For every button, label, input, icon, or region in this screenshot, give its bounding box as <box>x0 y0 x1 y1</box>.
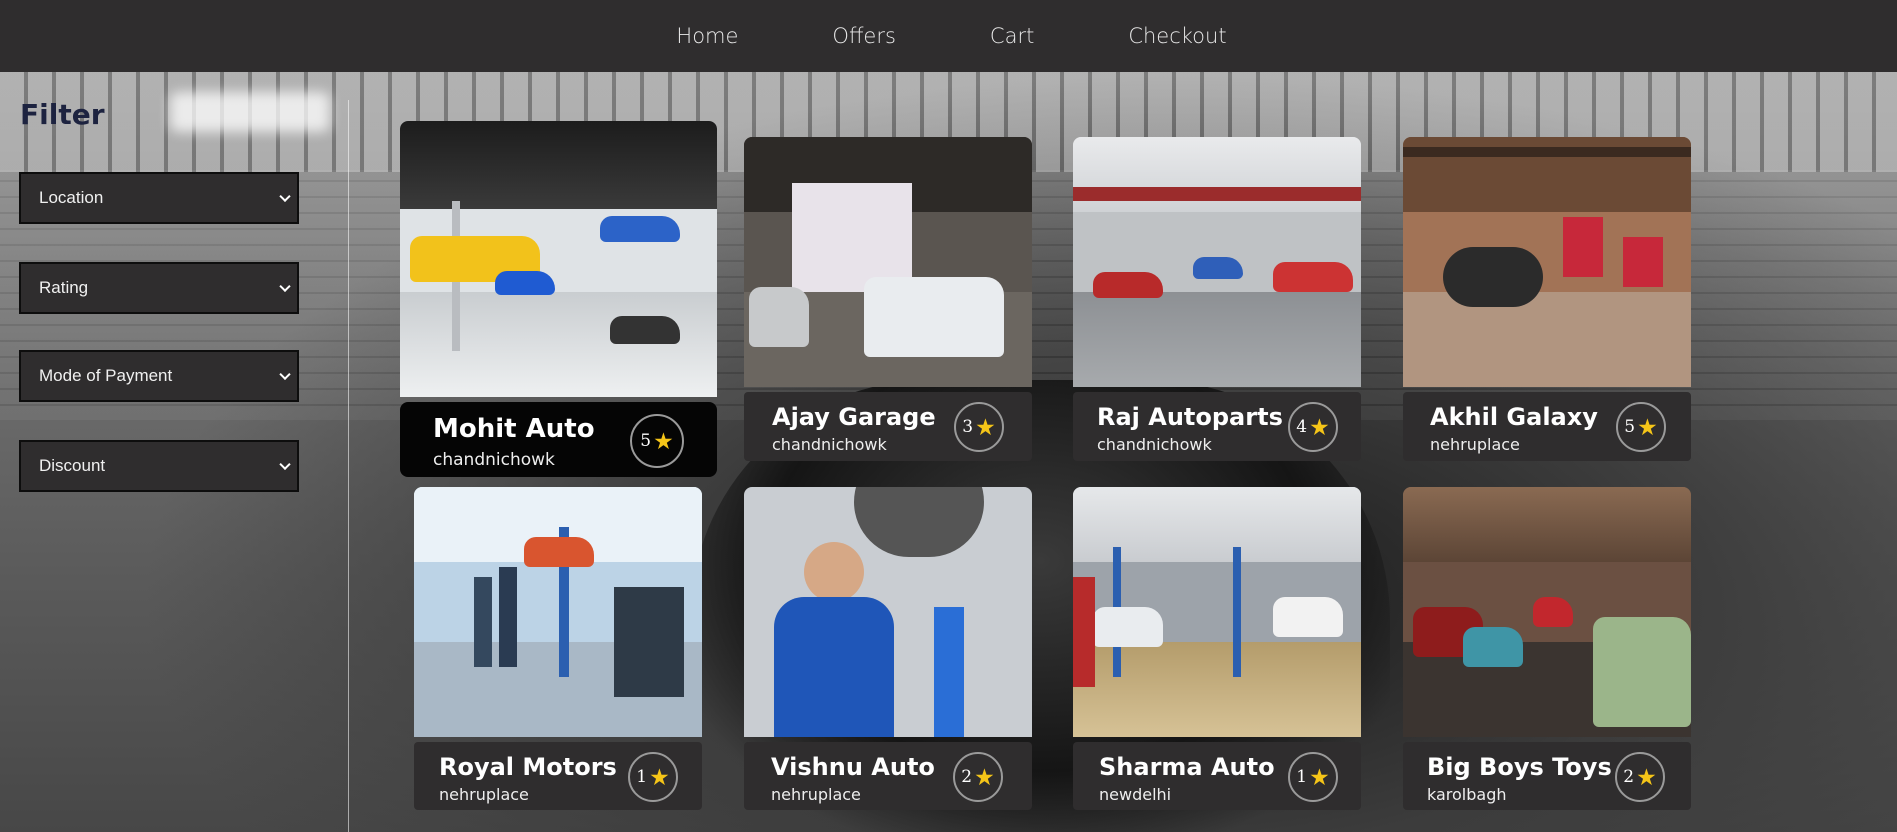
garage-name: Ajay Garage <box>772 403 936 431</box>
garage-info: Big Boys Toys karolbagh 2 ★ <box>1403 742 1691 810</box>
garage-name: Sharma Auto <box>1099 753 1275 781</box>
filter-header-highlight <box>170 92 330 132</box>
location-filter-label: Location <box>39 188 104 207</box>
garage-name: Royal Motors <box>439 753 617 781</box>
garage-info: Royal Motors nehruplace 1 ★ <box>414 742 702 810</box>
garage-info: Akhil Galaxy nehruplace 5 ★ <box>1403 392 1691 461</box>
sidebar-divider <box>348 100 349 832</box>
garage-name: Raj Autoparts <box>1097 403 1283 431</box>
garage-name: Akhil Galaxy <box>1430 403 1598 431</box>
nav-cart-link[interactable]: Cart <box>990 24 1034 48</box>
garage-image <box>1403 137 1691 387</box>
star-icon: ★ <box>1309 763 1330 790</box>
nav-list: Home Offers Cart Checkout <box>629 24 1273 48</box>
rating-badge: 2 ★ <box>953 752 1003 802</box>
rating-badge: 2 ★ <box>1615 752 1665 802</box>
nav-checkout-link[interactable]: Checkout <box>1128 24 1226 48</box>
garage-location: chandnichowk <box>1097 435 1212 454</box>
star-icon: ★ <box>1636 763 1657 790</box>
rating-value: 5 <box>640 431 652 451</box>
discount-filter-label: Discount <box>39 456 106 475</box>
star-icon: ★ <box>1309 413 1330 440</box>
garage-info: Raj Autoparts chandnichowk 4 ★ <box>1073 392 1361 461</box>
garage-location: nehruplace <box>439 785 529 804</box>
location-filter-select[interactable]: Location <box>19 172 299 224</box>
rating-value: 2 <box>1623 767 1635 787</box>
star-icon: ★ <box>974 763 995 790</box>
star-icon: ★ <box>649 763 670 790</box>
rating-value: 1 <box>1296 767 1308 787</box>
garage-location: nehruplace <box>771 785 861 804</box>
chevron-down-icon <box>279 368 291 381</box>
garage-location: chandnichowk <box>772 435 887 454</box>
rating-badge: 1 ★ <box>1288 752 1338 802</box>
garage-card[interactable]: Ajay Garage chandnichowk 3 ★ <box>744 137 1032 461</box>
rating-filter-select[interactable]: Rating <box>19 262 299 314</box>
top-navbar: Home Offers Cart Checkout <box>0 0 1897 72</box>
garage-location: nehruplace <box>1430 435 1520 454</box>
star-icon: ★ <box>653 427 674 454</box>
rating-badge: 4 ★ <box>1288 402 1338 452</box>
rating-value: 4 <box>1296 417 1308 437</box>
garage-card[interactable]: Royal Motors nehruplace 1 ★ <box>414 487 702 810</box>
rating-badge: 3 ★ <box>954 402 1004 452</box>
discount-filter-select[interactable]: Discount <box>19 440 299 492</box>
garage-image <box>414 487 702 737</box>
chevron-down-icon <box>279 190 291 203</box>
garage-card[interactable]: Mohit Auto chandnichowk 5 ★ <box>400 121 717 477</box>
garage-card[interactable]: Akhil Galaxy nehruplace 5 ★ <box>1403 137 1691 461</box>
rating-value: 3 <box>962 417 974 437</box>
garage-image <box>744 137 1032 387</box>
garage-location: newdelhi <box>1099 785 1172 804</box>
rating-badge: 1 ★ <box>628 752 678 802</box>
garage-card[interactable]: Sharma Auto newdelhi 1 ★ <box>1073 487 1361 810</box>
star-icon: ★ <box>1637 413 1658 440</box>
rating-badge: 5 ★ <box>1616 402 1666 452</box>
garage-info: Mohit Auto chandnichowk 5 ★ <box>400 402 717 477</box>
chevron-down-icon <box>279 458 291 471</box>
garage-card[interactable]: Vishnu Auto nehruplace 2 ★ <box>744 487 1032 810</box>
garage-image <box>744 487 1032 737</box>
garage-image <box>400 121 717 397</box>
payment-filter-label: Mode of Payment <box>39 366 173 385</box>
rating-value: 5 <box>1624 417 1636 437</box>
star-icon: ★ <box>975 413 996 440</box>
chevron-down-icon <box>279 280 291 293</box>
garage-name: Vishnu Auto <box>771 753 935 781</box>
rating-value: 2 <box>961 767 973 787</box>
rating-value: 1 <box>636 767 648 787</box>
payment-filter-select[interactable]: Mode of Payment <box>19 350 299 402</box>
garage-card[interactable]: Big Boys Toys karolbagh 2 ★ <box>1403 487 1691 810</box>
rating-filter-label: Rating <box>39 278 89 297</box>
garage-image <box>1073 137 1361 387</box>
nav-home-link[interactable]: Home <box>676 24 738 48</box>
garage-info: Vishnu Auto nehruplace 2 ★ <box>744 742 1032 810</box>
filter-title: Filter <box>20 98 105 131</box>
garage-location: karolbagh <box>1427 785 1507 804</box>
garage-image <box>1403 487 1691 737</box>
nav-offers-link[interactable]: Offers <box>832 24 896 48</box>
garage-name: Mohit Auto <box>433 414 595 444</box>
garage-name: Big Boys Toys <box>1427 753 1612 781</box>
rating-badge: 5 ★ <box>630 414 684 468</box>
garage-info: Sharma Auto newdelhi 1 ★ <box>1073 742 1361 810</box>
garage-info: Ajay Garage chandnichowk 3 ★ <box>744 392 1032 461</box>
garage-location: chandnichowk <box>433 450 555 470</box>
garage-card[interactable]: Raj Autoparts chandnichowk 4 ★ <box>1073 137 1361 461</box>
garage-image <box>1073 487 1361 737</box>
